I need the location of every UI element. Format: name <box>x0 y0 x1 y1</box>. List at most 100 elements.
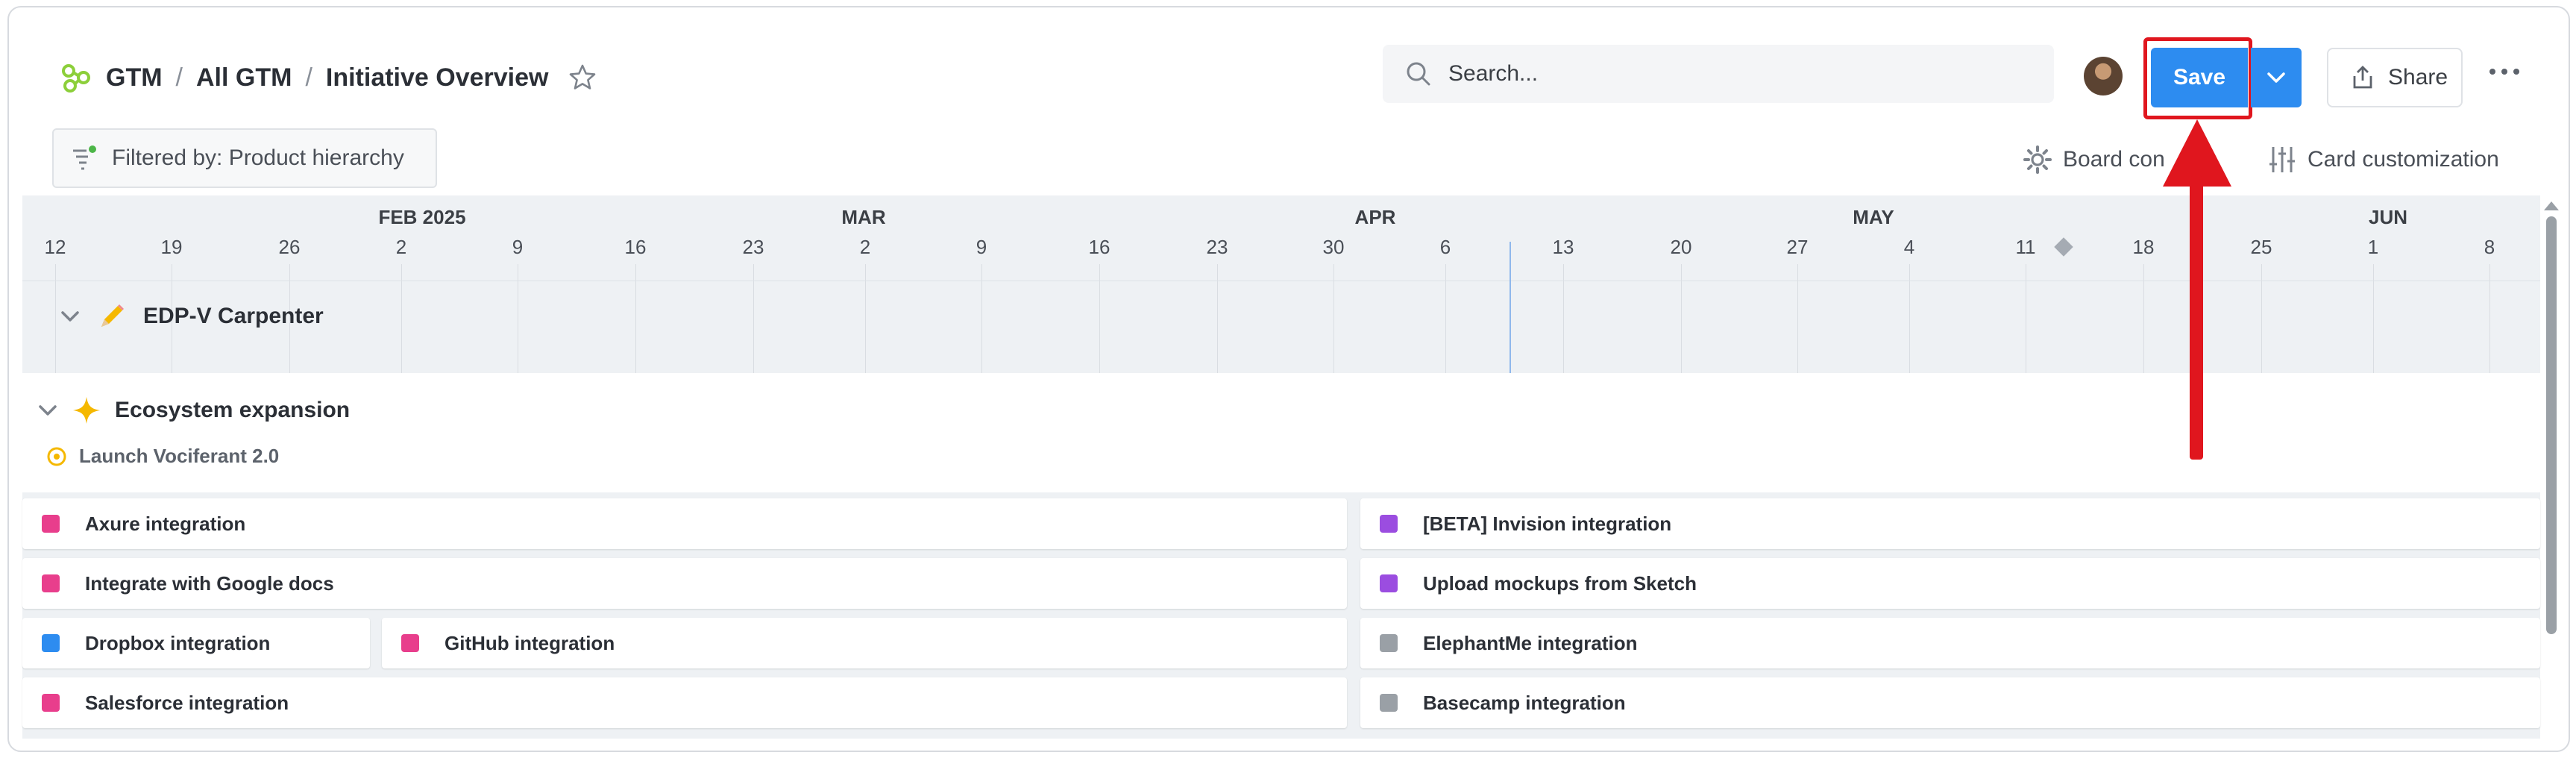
initiative-title-row[interactable]: Ecosystem expansion <box>37 395 350 425</box>
avatar[interactable] <box>2084 57 2123 95</box>
feature-lanes: Axure integration [BETA] Invision integr… <box>22 492 2540 739</box>
month-label: MAY <box>1853 206 1894 228</box>
feature-card-label: Basecamp integration <box>1423 691 1626 714</box>
chevron-down-icon[interactable] <box>37 403 58 418</box>
feature-card[interactable]: Basecamp integration <box>1360 677 2540 728</box>
search-input[interactable] <box>1447 60 2032 87</box>
initiative-subtitle-row[interactable]: Launch Vociferant 2.0 <box>46 445 279 468</box>
filter-icon <box>73 145 96 170</box>
status-color-chip <box>1380 574 1398 592</box>
month-label: FEB 2025 <box>378 206 466 228</box>
gear-icon <box>2023 145 2052 174</box>
breadcrumb-gtm[interactable]: GTM <box>106 63 163 93</box>
today-marker <box>1510 242 1511 375</box>
status-color-chip <box>1380 515 1398 533</box>
feature-card-label: [BETA] Invision integration <box>1423 512 1672 535</box>
search-icon <box>1407 62 1430 86</box>
save-options-dropdown[interactable] <box>2251 48 2302 107</box>
day-label: 27 <box>1786 236 1809 258</box>
month-label: MAR <box>841 206 886 228</box>
feature-card-label: Salesforce integration <box>85 691 289 714</box>
initiative-title: Ecosystem expansion <box>115 398 351 422</box>
workspace-logo-icon <box>62 64 90 93</box>
card-customization-button[interactable]: Card customization <box>2267 145 2499 175</box>
feature-card[interactable]: GitHub integration <box>382 618 1347 668</box>
day-label: 12 <box>44 236 66 258</box>
status-color-chip <box>1380 694 1398 712</box>
feature-card-label: Integrate with Google docs <box>85 571 334 595</box>
group-title: EDP-V Carpenter <box>143 304 324 328</box>
day-label: 18 <box>2132 236 2155 258</box>
scrollbar-thumb[interactable] <box>2546 216 2557 634</box>
save-button[interactable]: Save <box>2151 48 2248 107</box>
day-label: 16 <box>624 236 647 258</box>
breadcrumb-all-gtm[interactable]: All GTM <box>196 63 292 93</box>
initiative-row[interactable]: Ecosystem expansion Launch Vociferant 2.… <box>22 373 2540 492</box>
chevron-down-icon <box>2267 72 2285 83</box>
day-label: 20 <box>1670 236 1692 258</box>
day-label: 30 <box>1322 236 1345 258</box>
scroll-up-arrow-icon[interactable] <box>2540 198 2563 213</box>
day-label: 6 <box>1439 236 1451 258</box>
day-label: 2 <box>395 236 407 258</box>
day-label: 2 <box>859 236 871 258</box>
filter-label: Filtered by: Product hierarchy <box>112 145 404 170</box>
filter-button[interactable]: Filtered by: Product hierarchy <box>52 128 437 188</box>
status-color-chip <box>42 515 60 533</box>
sliders-icon <box>2269 147 2295 172</box>
app-window: GTM / All GTM / Initiative Overview Save… <box>7 6 2570 752</box>
status-color-chip <box>401 634 419 652</box>
month-label: JUN <box>2368 206 2408 228</box>
feature-card[interactable]: Upload mockups from Sketch <box>1360 558 2540 609</box>
status-color-chip <box>42 694 60 712</box>
status-color-chip <box>42 634 60 652</box>
day-label: 19 <box>160 236 183 258</box>
day-label: 4 <box>1903 236 1915 258</box>
day-label: 8 <box>2484 236 2495 258</box>
sparkle-icon <box>73 397 100 424</box>
page-title: Initiative Overview <box>325 63 549 92</box>
target-icon <box>47 447 66 466</box>
feature-card-label: ElephantMe integration <box>1423 631 1638 654</box>
status-color-chip <box>42 574 60 592</box>
month-label: APR <box>1354 206 1396 228</box>
day-label: 1 <box>2367 236 2379 258</box>
initiative-subtitle: Launch Vociferant 2.0 <box>79 445 280 467</box>
feature-card-label: Axure integration <box>85 512 246 535</box>
vertical-scrollbar[interactable] <box>2540 198 2563 751</box>
feature-card[interactable]: Dropbox integration <box>22 618 370 668</box>
feature-card[interactable]: ElephantMe integration <box>1360 618 2540 668</box>
timeline-header: FEB 2025 MAR APR MAY JUN 12 19 26 2 9 16… <box>22 195 2540 375</box>
day-label: 16 <box>1088 236 1110 258</box>
day-label: 13 <box>1552 236 1574 258</box>
feature-card[interactable]: [BETA] Invision integration <box>1360 498 2540 549</box>
share-label: Share <box>2388 65 2448 90</box>
chevron-down-icon[interactable] <box>60 309 81 324</box>
feature-card[interactable]: Axure integration <box>22 498 1347 549</box>
card-customization-label: Card customization <box>2308 147 2499 172</box>
share-button[interactable]: Share <box>2327 48 2463 107</box>
day-label: 23 <box>1206 236 1228 258</box>
feature-card-label: Upload mockups from Sketch <box>1423 571 1697 595</box>
day-label: 11 <box>2015 236 2036 258</box>
breadcrumb-separator: / <box>305 63 312 92</box>
search-box[interactable] <box>1383 45 2054 103</box>
pencil-icon <box>101 304 124 327</box>
star-icon[interactable] <box>568 63 597 93</box>
annotation-arrow-shaft <box>2190 176 2203 460</box>
more-options-icon[interactable] <box>2489 69 2519 75</box>
day-label: 9 <box>512 236 524 258</box>
feature-card-label: Dropbox integration <box>85 631 271 654</box>
group-row[interactable]: EDP-V Carpenter <box>60 301 324 331</box>
feature-card[interactable]: Integrate with Google docs <box>22 558 1347 609</box>
share-icon <box>2353 66 2372 89</box>
day-label: 25 <box>2250 236 2272 258</box>
breadcrumb-separator: / <box>175 63 183 92</box>
feature-card-label: GitHub integration <box>444 631 615 654</box>
milestone-diamond-icon[interactable] <box>2054 237 2073 257</box>
status-color-chip <box>1380 634 1398 652</box>
feature-card[interactable]: Salesforce integration <box>22 677 1347 728</box>
day-label: 23 <box>742 236 764 258</box>
breadcrumb: GTM / All GTM / Initiative Overview <box>61 60 597 95</box>
board-config-button[interactable]: Board con <box>2023 145 2165 175</box>
